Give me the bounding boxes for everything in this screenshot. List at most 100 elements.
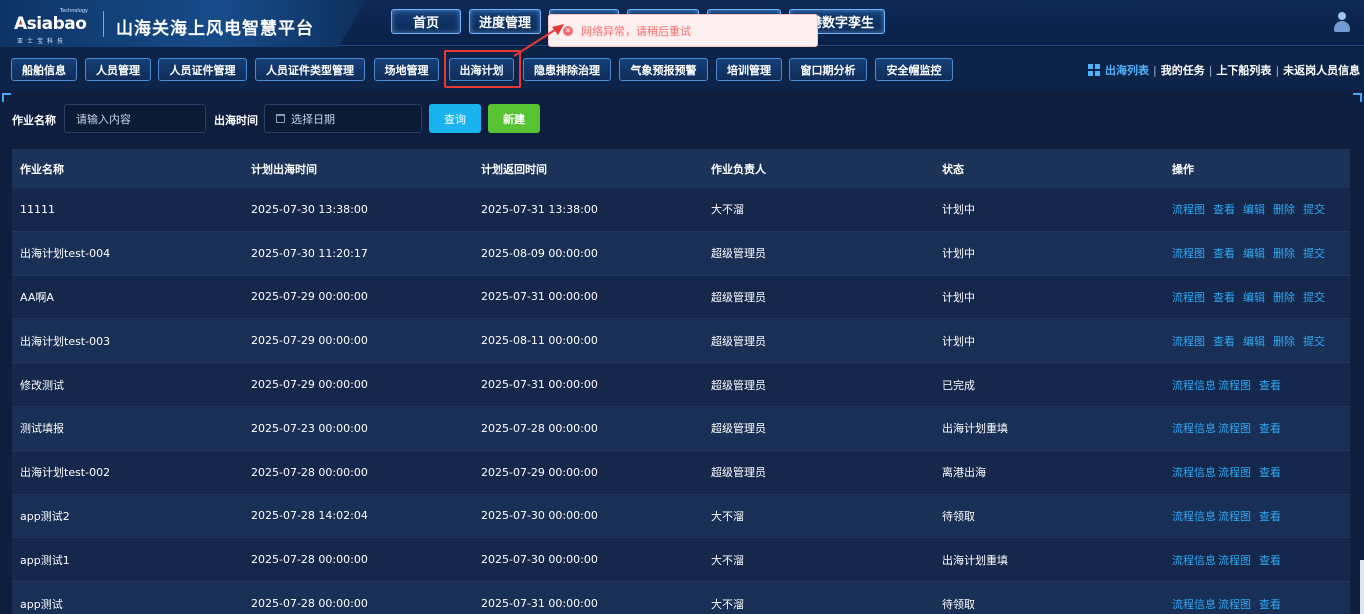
cell-owner: 大不溜 [711,597,744,611]
action-link[interactable]: 流程信息 [1172,552,1216,568]
action-link[interactable]: 查看 [1213,333,1235,349]
action-link[interactable]: 提交 [1303,289,1325,305]
action-link[interactable]: 查看 [1259,464,1281,480]
action-link[interactable]: 查看 [1259,552,1281,568]
action-link[interactable]: 编辑 [1243,201,1265,217]
cell-return-time: 2025-07-29 00:00:00 [481,465,598,479]
query-button[interactable]: 查询 [429,104,481,133]
action-link[interactable]: 查看 [1259,420,1281,436]
tab-cert-types[interactable]: 人员证件类型管理 [255,58,365,81]
logo-subtext: 亚士宝科技 [17,38,68,45]
action-link[interactable]: 流程图 [1218,377,1251,393]
table-row: 出海计划test-002 2025-07-28 00:00:00 2025-07-2… [12,450,1350,495]
create-button[interactable]: 新建 [488,104,540,133]
tab-training[interactable]: 培训管理 [716,58,782,81]
cell-depart-time: 2025-07-28 00:00:00 [251,465,368,479]
cell-owner: 超级管理员 [711,290,766,304]
action-link[interactable]: 流程图 [1172,289,1205,305]
tab-site-management[interactable]: 场地管理 [374,58,439,81]
tab-personnel[interactable]: 人员管理 [85,58,151,81]
action-link[interactable]: 查看 [1213,201,1235,217]
tab-personnel-certs[interactable]: 人员证件管理 [158,58,247,81]
tab-helmet-monitor[interactable]: 安全帽监控 [875,58,953,81]
action-link[interactable]: 流程信息 [1172,596,1216,612]
cell-depart-time: 2025-07-29 00:00:00 [251,334,368,348]
link-unreturned-personnel[interactable]: 未返岗人员信息 [1283,62,1360,78]
action-link[interactable]: 流程图 [1218,596,1251,612]
action-link[interactable]: 流程信息 [1172,420,1216,436]
cell-owner: 超级管理员 [711,247,766,261]
action-link[interactable]: 删除 [1273,245,1295,261]
action-link[interactable]: 删除 [1273,289,1295,305]
action-link[interactable]: 流程图 [1172,245,1205,261]
action-link[interactable]: 编辑 [1243,245,1265,261]
cell-job-name: 修改测试 [20,378,64,392]
column-header-return-time: 计划返回时间 [481,162,547,176]
action-link[interactable]: 查看 [1259,377,1281,393]
action-link[interactable]: 删除 [1273,333,1295,349]
action-link[interactable]: 流程图 [1218,420,1251,436]
action-link[interactable]: 流程图 [1172,201,1205,217]
tab-vessel-info[interactable]: 船舶信息 [11,58,77,81]
action-link[interactable]: 查看 [1213,289,1235,305]
action-link[interactable]: 流程图 [1218,508,1251,524]
tab-weather-warning[interactable]: 气象预报预警 [619,58,708,81]
cell-return-time: 2025-07-31 13:38:00 [481,202,598,216]
column-header-status: 状态 [942,162,964,176]
link-sea-list[interactable]: 出海列表 [1105,62,1149,78]
table-row: 出海计划test-003 2025-07-29 00:00:00 2025-08-1… [12,319,1350,364]
table-row: 修改测试 2025-07-29 00:00:00 2025-07-31 00:00:… [12,363,1350,407]
sub-navigation-links: 出海列表 | 我的任务 | 上下船列表 | 未返岗人员信息 [1088,62,1360,78]
cell-depart-time: 2025-07-29 00:00:00 [251,290,368,304]
separator: | [1275,63,1280,77]
action-link[interactable]: 流程信息 [1172,464,1216,480]
action-link[interactable]: 编辑 [1243,333,1265,349]
cell-status: 计划中 [942,290,975,304]
header-divider [103,11,104,37]
link-my-tasks[interactable]: 我的任务 [1161,62,1205,78]
cell-owner: 超级管理员 [711,466,766,480]
cell-owner: 大不溜 [711,509,744,523]
sea-date-picker[interactable]: 选择日期 [264,104,422,133]
cell-actions: 流程信息 流程图 查看 [1164,508,1350,524]
link-boarding-list[interactable]: 上下船列表 [1216,62,1271,78]
action-link[interactable]: 编辑 [1243,289,1265,305]
action-link[interactable]: 提交 [1303,201,1325,217]
action-link[interactable]: 流程图 [1218,464,1251,480]
tab-hazard-management[interactable]: 隐患排除治理 [523,58,611,81]
action-link[interactable]: 流程信息 [1172,377,1216,393]
column-header-depart-time: 计划出海时间 [251,162,317,176]
cell-job-name: 测试填报 [20,422,64,436]
action-link[interactable]: 提交 [1303,245,1325,261]
job-name-input[interactable]: 请输入内容 [64,104,206,133]
panel-corner [1353,93,1362,102]
company-logo: Technology Asiabao 亚士宝科技 [13,8,98,45]
page-scrollbar[interactable] [1360,560,1364,614]
action-link[interactable]: 查看 [1259,508,1281,524]
action-link[interactable]: 提交 [1303,333,1325,349]
cell-actions: 流程信息 流程图 查看 [1164,377,1350,393]
cell-actions: 流程图 查看 编辑 删除 提交 [1164,245,1350,261]
logo-text: Asiabao [14,14,87,34]
action-link[interactable]: 查看 [1213,245,1235,261]
action-link[interactable]: 查看 [1259,596,1281,612]
action-link[interactable]: 删除 [1273,201,1295,217]
user-icon[interactable] [1334,12,1350,34]
action-link[interactable]: 流程图 [1172,333,1205,349]
tab-window-analysis[interactable]: 窗口期分析 [789,58,867,81]
cell-actions: 流程图 查看 编辑 删除 提交 [1164,201,1350,217]
cell-status: 待领取 [942,509,975,523]
cell-depart-time: 2025-07-28 00:00:00 [251,597,368,611]
sea-date-label: 出海时间 [214,114,258,127]
cell-owner: 超级管理员 [711,334,766,348]
cell-status: 离港出海 [942,466,986,480]
action-link[interactable]: 流程图 [1218,552,1251,568]
content-panel: 作业名称 请输入内容 出海时间 选择日期 查询 新建 作业名称 计划出海时间 计… [0,91,1364,614]
cell-job-name: app测试1 [20,553,70,567]
action-link[interactable]: 流程信息 [1172,508,1216,524]
cell-job-name: app测试 [20,597,63,611]
annotation-arrow-icon [513,24,564,57]
cell-depart-time: 2025-07-30 11:20:17 [251,246,368,260]
column-header-actions: 操作 [1172,162,1194,176]
topnav-home[interactable]: 首页 [391,9,461,34]
